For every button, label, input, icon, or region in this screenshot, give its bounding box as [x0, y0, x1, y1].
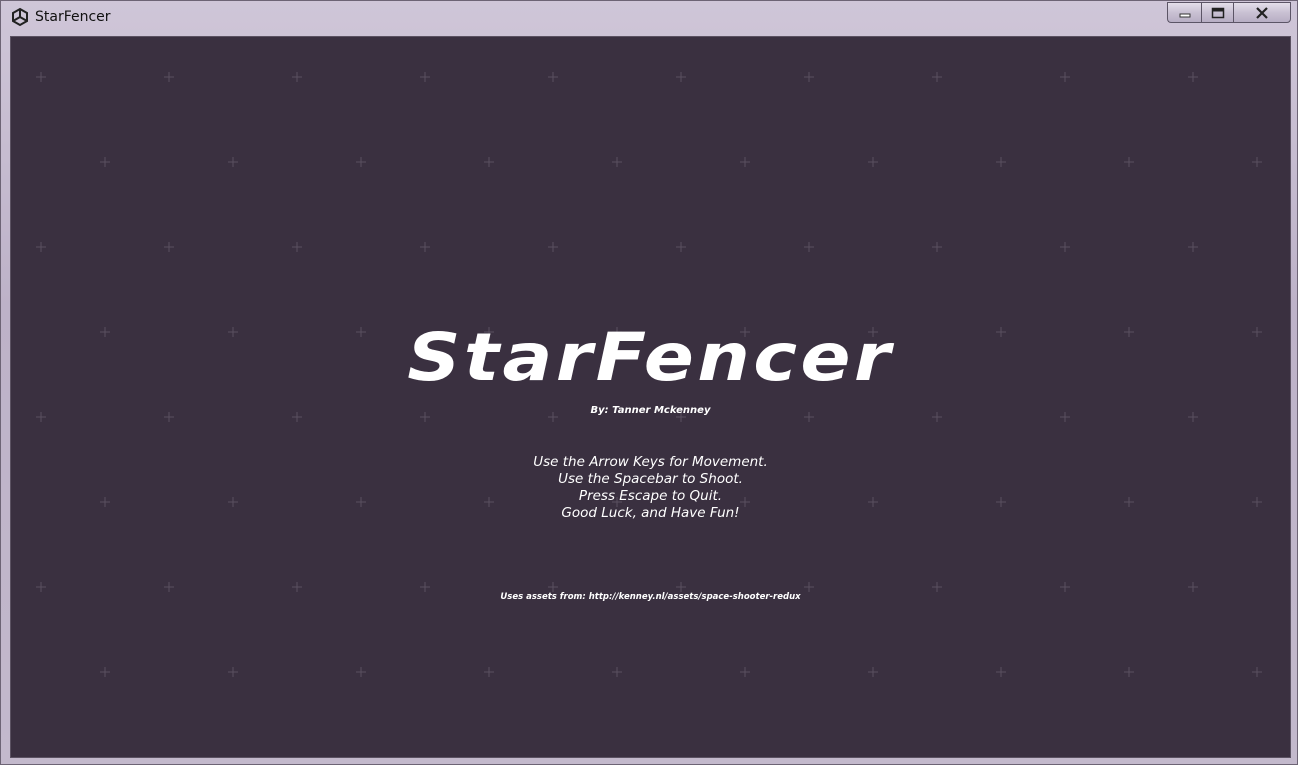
- star-sparkle: [676, 242, 686, 252]
- star-sparkle: [1060, 72, 1070, 82]
- star-sparkle: [36, 582, 46, 592]
- star-sparkle: [612, 157, 622, 167]
- star-sparkle: [228, 157, 238, 167]
- minimize-button[interactable]: [1167, 2, 1201, 23]
- starfield-background: [36, 72, 1262, 677]
- instruction-line: Use the Arrow Keys for Movement.: [533, 454, 768, 470]
- star-sparkle: [484, 667, 494, 677]
- window-title: StarFencer: [35, 9, 111, 25]
- star-sparkle: [164, 582, 174, 592]
- star-sparkle: [228, 667, 238, 677]
- star-sparkle: [484, 157, 494, 167]
- star-sparkle: [1252, 157, 1262, 167]
- star-sparkle: [740, 157, 750, 167]
- instruction-line: Use the Spacebar to Shoot.: [558, 471, 743, 487]
- instructions: Use the Arrow Keys for Movement. Use the…: [11, 454, 1290, 522]
- star-sparkle: [996, 667, 1006, 677]
- star-sparkle: [1188, 72, 1198, 82]
- title-bar[interactable]: StarFencer: [1, 1, 1297, 35]
- star-sparkle: [100, 667, 110, 677]
- star-sparkle: [420, 582, 430, 592]
- star-sparkle: [612, 667, 622, 677]
- star-sparkle: [1188, 582, 1198, 592]
- caption-buttons: [1167, 2, 1291, 24]
- star-sparkle: [804, 242, 814, 252]
- star-sparkle: [36, 242, 46, 252]
- instruction-line: Good Luck, and Have Fun!: [561, 505, 740, 521]
- star-sparkle: [356, 157, 366, 167]
- minimize-icon: [1178, 8, 1192, 18]
- star-sparkle: [676, 582, 686, 592]
- star-sparkle: [804, 72, 814, 82]
- star-sparkle: [548, 242, 558, 252]
- instruction-line: Press Escape to Quit.: [578, 488, 723, 504]
- star-sparkle: [548, 72, 558, 82]
- star-sparkle: [292, 72, 302, 82]
- star-sparkle: [932, 242, 942, 252]
- star-sparkle: [292, 582, 302, 592]
- star-sparkle: [548, 582, 558, 592]
- star-sparkle: [804, 582, 814, 592]
- close-icon: [1255, 6, 1269, 19]
- game-viewport[interactable]: StarFencer By: Tanner Mckenney Use the A…: [10, 36, 1291, 758]
- star-sparkle: [1188, 242, 1198, 252]
- star-sparkle: [996, 157, 1006, 167]
- star-sparkle: [1060, 242, 1070, 252]
- star-sparkle: [1060, 582, 1070, 592]
- star-sparkle: [100, 157, 110, 167]
- game-logo: StarFencer: [407, 319, 894, 396]
- asset-credits: Uses assets from: http://kenney.nl/asset…: [500, 592, 801, 602]
- star-sparkle: [420, 72, 430, 82]
- author-byline: By: Tanner Mckenney: [590, 405, 711, 416]
- star-sparkle: [932, 582, 942, 592]
- star-sparkle: [676, 72, 686, 82]
- star-sparkle: [36, 72, 46, 82]
- star-sparkle: [356, 667, 366, 677]
- star-sparkle: [868, 157, 878, 167]
- star-sparkle: [868, 667, 878, 677]
- star-sparkle: [1252, 667, 1262, 677]
- star-sparkle: [1124, 667, 1134, 677]
- star-sparkle: [1124, 157, 1134, 167]
- star-sparkle: [164, 242, 174, 252]
- app-window: StarFencer StarFencer By: Tanner Mckenne…: [0, 0, 1298, 765]
- star-sparkle: [740, 667, 750, 677]
- star-sparkle: [292, 242, 302, 252]
- maximize-button[interactable]: [1201, 2, 1233, 23]
- close-button[interactable]: [1233, 2, 1291, 23]
- star-sparkle: [420, 242, 430, 252]
- maximize-icon: [1211, 7, 1225, 19]
- star-sparkle: [164, 72, 174, 82]
- star-sparkle: [932, 72, 942, 82]
- unity-icon: [10, 7, 30, 27]
